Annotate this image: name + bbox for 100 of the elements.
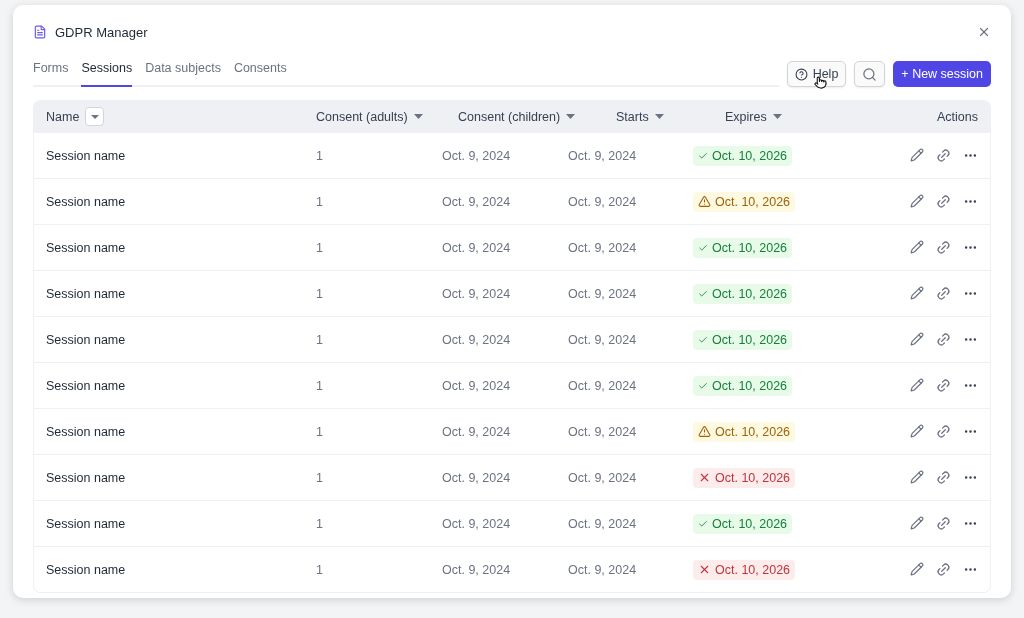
table-cell-text: 1 (316, 148, 324, 163)
link-icon[interactable] (936, 286, 951, 301)
edit-icon[interactable] (910, 562, 924, 577)
table-cell-text: Oct. 9, 2024 (568, 148, 638, 163)
close-button[interactable] (977, 25, 991, 39)
caret-icon[interactable] (654, 114, 664, 119)
caret-icon[interactable] (772, 114, 782, 119)
caret-icon[interactable] (413, 114, 423, 119)
expiry-badge: Oct. 10, 2026 (693, 191, 796, 212)
table-cell-text: Oct. 9, 2024 (568, 562, 638, 577)
expiry-badge: Oct. 10, 2026 (693, 467, 796, 488)
status-icon (698, 518, 708, 529)
expiry-badge: Oct. 10, 2026 (693, 513, 793, 534)
link-icon[interactable] (936, 194, 951, 209)
edit-icon[interactable] (910, 378, 924, 393)
column-header[interactable]: Consent (adults) (316, 109, 408, 124)
expiry-badge: Oct. 10, 2026 (693, 559, 796, 580)
link-icon[interactable] (936, 240, 951, 255)
table-cell-text: Session name (46, 286, 127, 301)
table-cell-text: 1 (316, 378, 324, 393)
table-cell-text: 1 (316, 424, 324, 439)
table-cell-text: Oct. 9, 2024 (442, 378, 512, 393)
document-icon (33, 25, 47, 39)
edit-icon[interactable] (910, 240, 924, 255)
table-cell-text: 1 (316, 194, 324, 209)
table-cell-text: Session name (46, 378, 127, 393)
new-session-button[interactable]: + New session (893, 61, 991, 87)
link-icon[interactable] (936, 516, 951, 531)
tab[interactable]: Sessions (81, 57, 133, 87)
edit-icon[interactable] (910, 332, 924, 347)
table-cell-text: 1 (316, 240, 324, 255)
table-cell-text: Oct. 9, 2024 (568, 424, 638, 439)
table-cell-text: Oct. 9, 2024 (442, 240, 512, 255)
column-header[interactable]: Consent (children) (458, 109, 561, 124)
link-icon[interactable] (936, 424, 951, 439)
help-button[interactable]: Help (786, 61, 847, 87)
tab[interactable]: Data subjects (145, 57, 221, 87)
status-icon (698, 195, 711, 208)
status-icon (698, 150, 708, 161)
expiry-badge: Oct. 10, 2026 (693, 283, 793, 304)
table-cell-text: Session name (46, 516, 127, 531)
table-cell-text: 1 (316, 286, 324, 301)
status-icon (698, 242, 708, 253)
table-cell-text: Session name (46, 562, 127, 577)
table-cell-text: Oct. 9, 2024 (568, 516, 638, 531)
edit-icon[interactable] (910, 424, 924, 439)
table-cell-text: Oct. 9, 2024 (568, 286, 638, 301)
window-title: GDPR Manager (55, 24, 148, 40)
table-cell-text: Session name (46, 240, 127, 255)
status-icon (698, 563, 711, 576)
column-header: Actions (937, 109, 978, 124)
search-button[interactable] (854, 61, 886, 87)
table-cell-text: Oct. 9, 2024 (442, 516, 512, 531)
link-icon[interactable] (936, 562, 951, 577)
edit-icon[interactable] (910, 194, 924, 209)
status-icon (698, 334, 708, 345)
table-cell-text: Session name (46, 194, 127, 209)
table-cell-text: 1 (316, 332, 324, 347)
edit-icon[interactable] (910, 148, 924, 163)
column-header[interactable]: Starts (616, 109, 649, 124)
edit-icon[interactable] (910, 286, 924, 301)
table-cell-text: Session name (46, 148, 127, 163)
status-icon (698, 380, 708, 391)
link-icon[interactable] (936, 470, 951, 485)
edit-icon[interactable] (910, 516, 924, 531)
search-icon (862, 66, 878, 82)
table-cell-text: Oct. 9, 2024 (568, 378, 638, 393)
table-cell-text: 1 (316, 562, 324, 577)
table-cell-text: Oct. 9, 2024 (568, 470, 638, 485)
expiry-badge: Oct. 10, 2026 (693, 421, 796, 442)
table-cell-text: Oct. 9, 2024 (568, 240, 638, 255)
sort-dropdown[interactable] (85, 107, 105, 126)
link-icon[interactable] (936, 148, 951, 163)
caret-icon (90, 114, 99, 119)
table-cell-text: Oct. 9, 2024 (568, 332, 638, 347)
expiry-badge: Oct. 10, 2026 (693, 145, 793, 166)
table-cell-text: Oct. 9, 2024 (442, 194, 512, 209)
tab[interactable]: Forms (33, 57, 69, 87)
edit-icon[interactable] (910, 470, 924, 485)
table-cell-text: Oct. 9, 2024 (442, 424, 512, 439)
caret-icon[interactable] (566, 114, 576, 119)
table-cell-text: 1 (316, 470, 324, 485)
column-header[interactable]: Expires (725, 109, 767, 124)
column-header: Name (46, 109, 80, 124)
link-icon[interactable] (936, 378, 951, 393)
status-icon (698, 288, 708, 299)
table-cell-text: Session name (46, 424, 127, 439)
table-cell-text: Oct. 9, 2024 (568, 194, 638, 209)
table-cell-text: 1 (316, 516, 324, 531)
table-cell-text: Oct. 9, 2024 (442, 562, 512, 577)
help-icon (794, 67, 808, 81)
table-cell-text: Oct. 9, 2024 (442, 470, 512, 485)
tab[interactable]: Consents (233, 57, 287, 87)
table-cell-text: Session name (46, 332, 127, 347)
link-icon[interactable] (936, 332, 951, 347)
status-icon (698, 425, 711, 438)
status-icon (698, 471, 711, 484)
table-cell-text: Oct. 9, 2024 (442, 332, 512, 347)
expiry-badge: Oct. 10, 2026 (693, 375, 793, 396)
table-cell-text: Session name (46, 470, 127, 485)
